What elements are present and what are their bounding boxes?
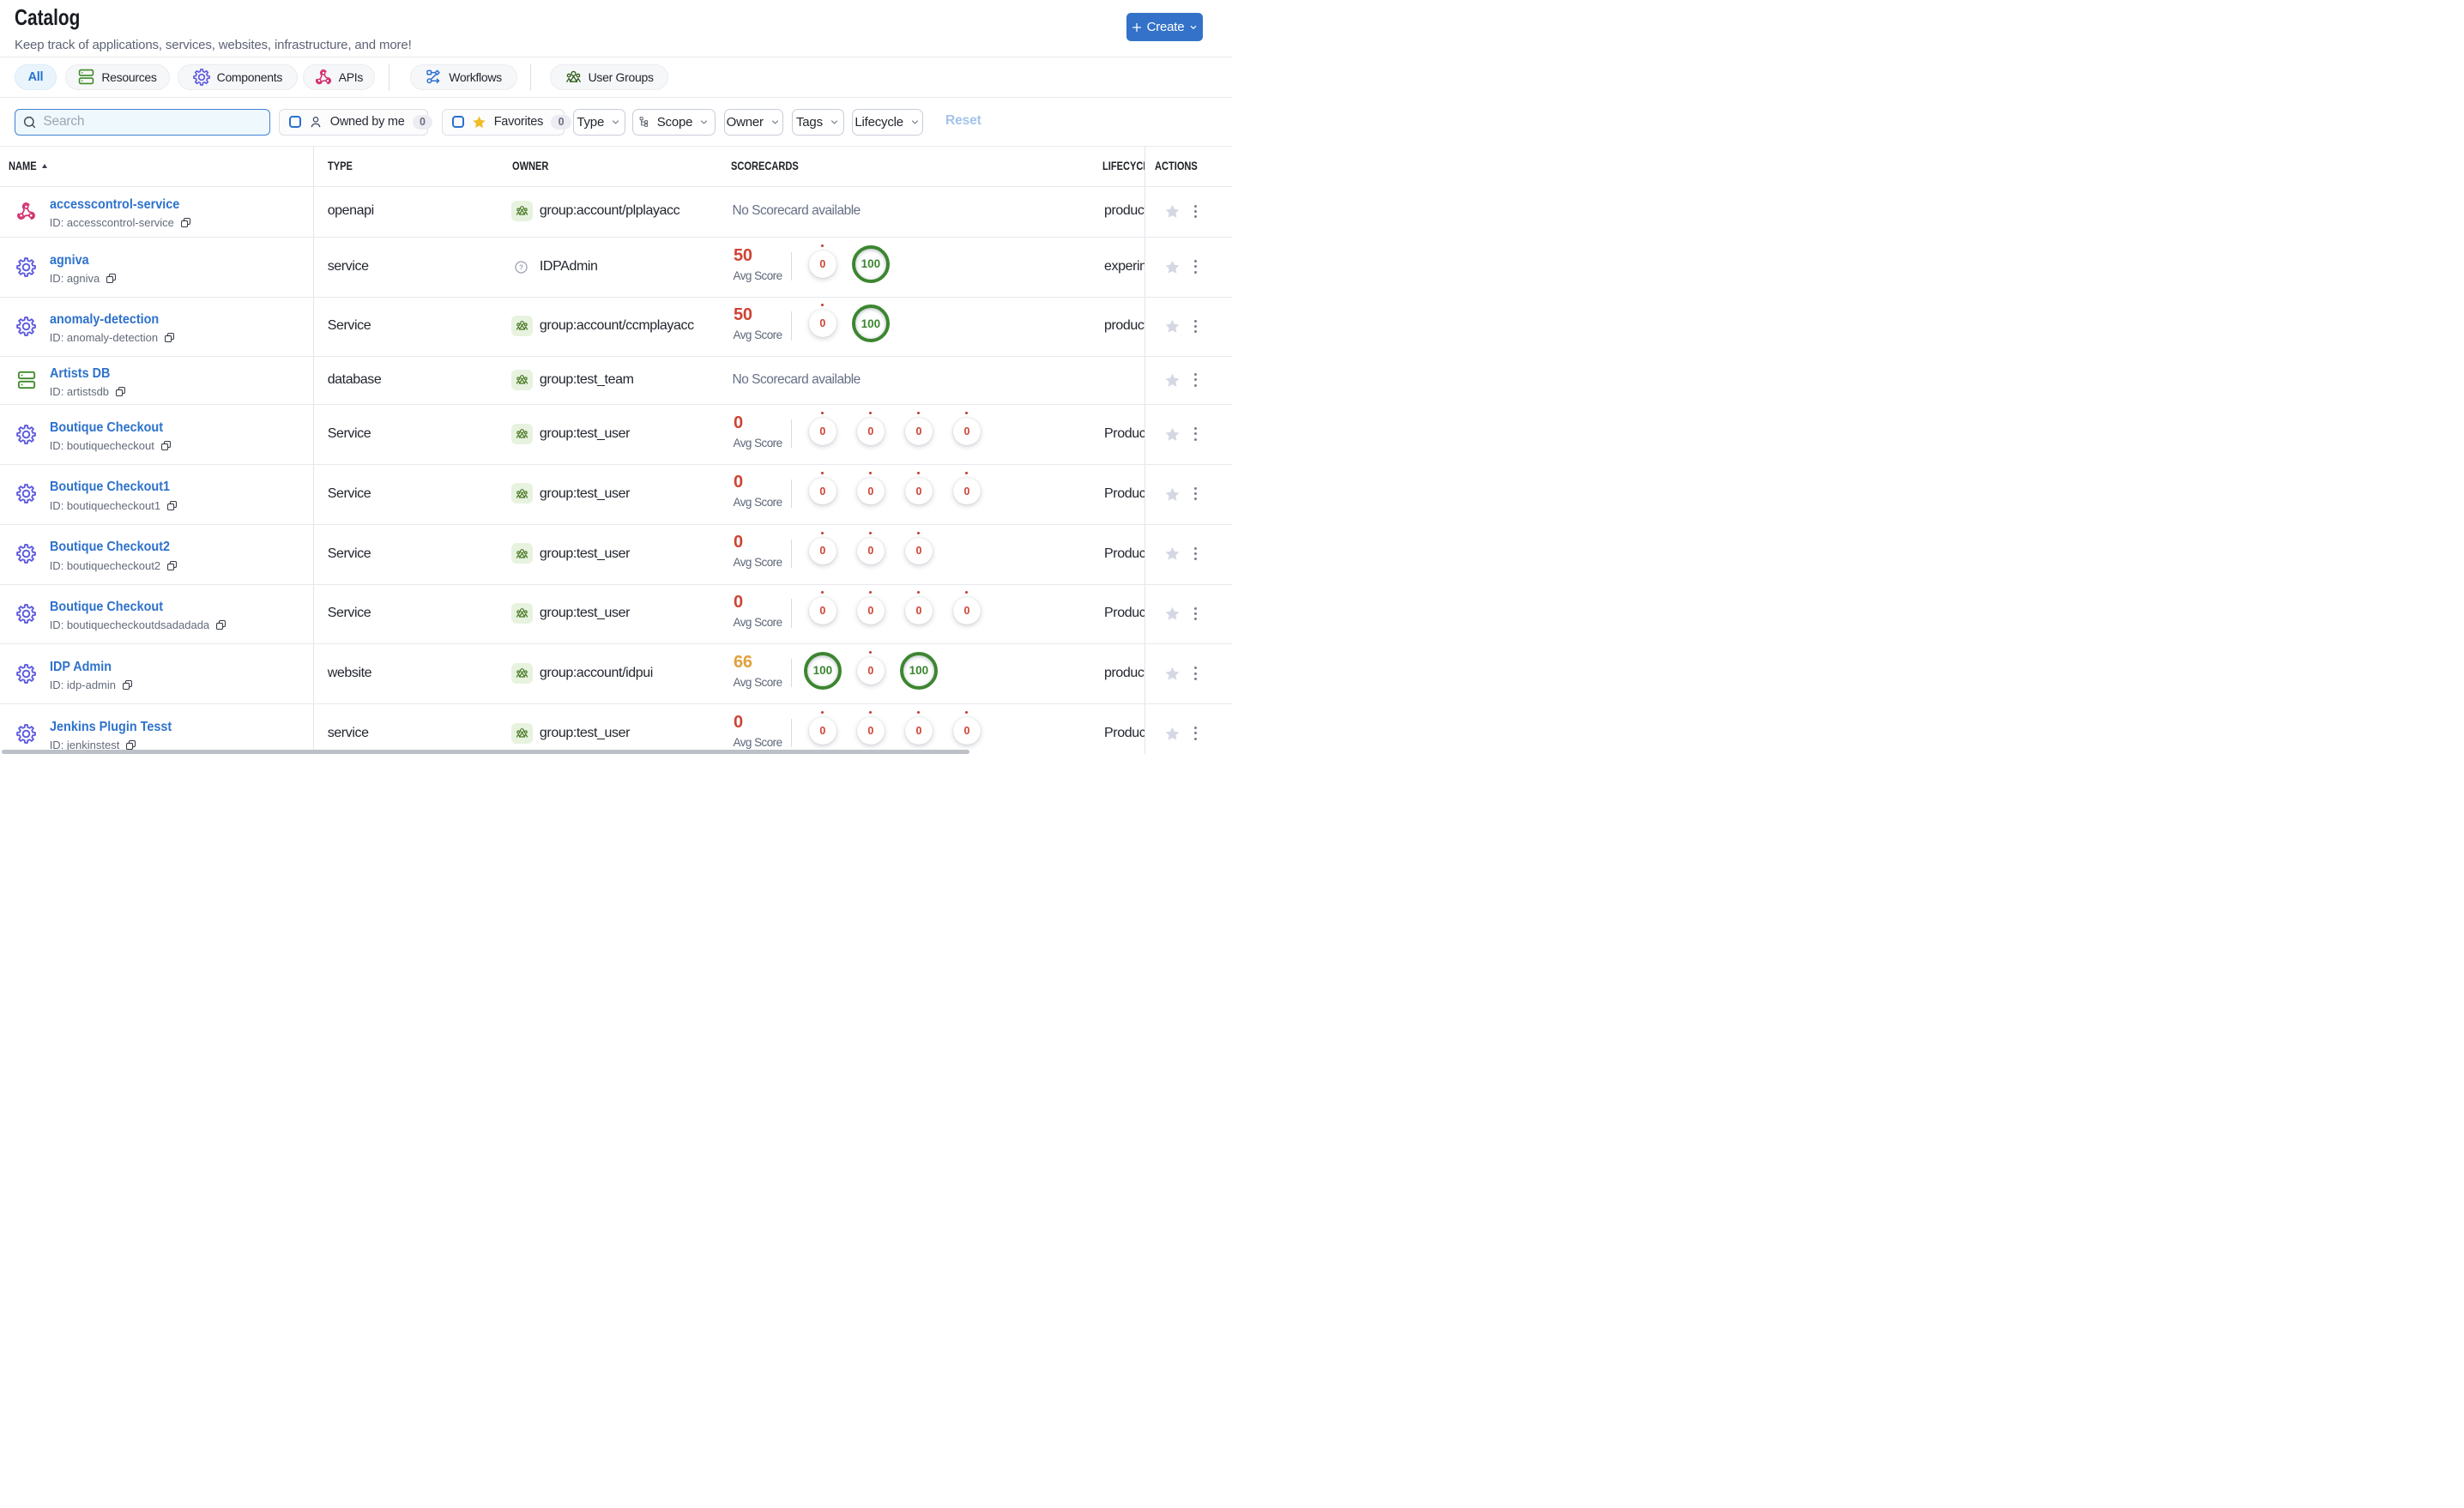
svg-text:?: ? [519,263,523,271]
